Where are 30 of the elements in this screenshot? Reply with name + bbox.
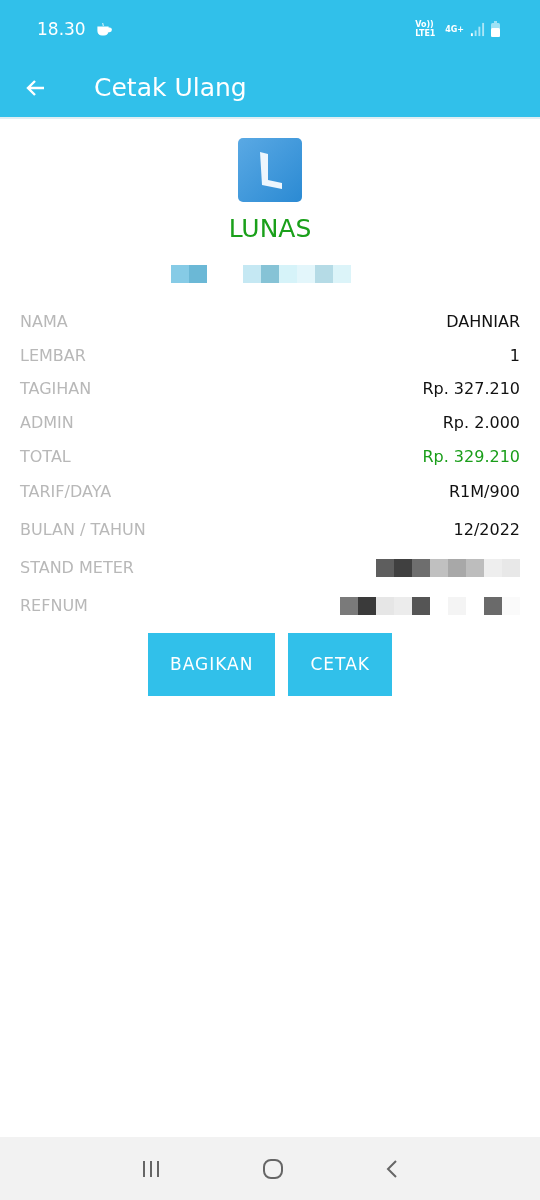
field-label: LEMBAR: [20, 345, 86, 365]
field-label: TARIF/DAYA: [20, 482, 112, 502]
field-label: ADMIN: [20, 413, 74, 433]
field-value: 1: [509, 345, 520, 365]
app-logo-icon: [238, 138, 302, 202]
field-value: 12/2022: [453, 520, 520, 540]
field-value: Rp. 2.000: [442, 413, 520, 433]
action-button[interactable]: CETAK: [288, 632, 392, 696]
back-nav-icon[interactable]: [385, 1158, 400, 1179]
field-label: BULAN / TAHUN: [20, 520, 146, 540]
network-label: Vo)) LTE1: [415, 20, 437, 38]
cup-icon: [95, 22, 112, 36]
action-button[interactable]: BAGIKAN: [148, 632, 276, 696]
field-value: DAHNIAR: [446, 312, 520, 332]
field-label: NAMA: [20, 312, 68, 332]
field-label: TOTAL: [20, 446, 71, 466]
battery-icon: [491, 21, 500, 37]
recent-apps-icon[interactable]: [140, 1159, 161, 1178]
field-value: R1M/900: [448, 482, 520, 502]
field-label: STAND METER: [20, 558, 134, 578]
screen-title: Cetak Ulang: [94, 73, 247, 102]
field-value: Rp. 329.210: [422, 446, 520, 466]
home-icon[interactable]: [262, 1157, 284, 1180]
payment-status: LUNAS: [228, 214, 312, 243]
signal-icon: [470, 21, 485, 37]
field-value: Rp. 327.210: [422, 379, 520, 399]
status-time: 18.30: [37, 19, 86, 39]
field-label: TAGIHAN: [20, 379, 92, 399]
field-label: REFNUM: [20, 596, 88, 616]
network-type: 4G+: [445, 24, 464, 34]
